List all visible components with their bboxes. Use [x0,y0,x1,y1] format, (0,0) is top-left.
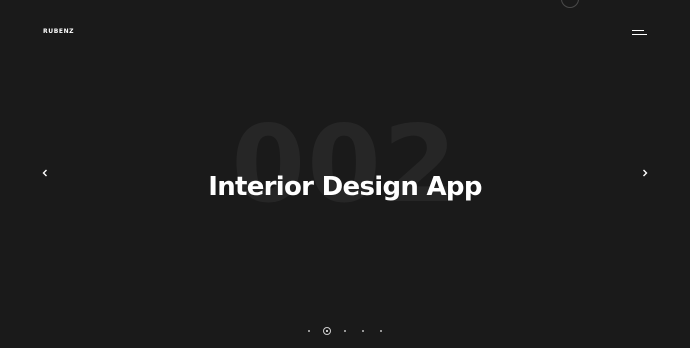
cursor-circle [561,0,579,8]
slide-pagination [0,326,690,336]
pagination-dot-active[interactable] [323,327,331,335]
pagination-dot[interactable] [362,330,364,332]
hamburger-menu-icon[interactable] [630,28,648,38]
next-slide-button[interactable] [639,167,651,179]
menu-bar-bottom [632,34,647,35]
pagination-dot[interactable] [308,330,310,332]
prev-slide-button[interactable] [39,167,51,179]
chevron-right-icon [643,169,648,177]
menu-bar-top [632,30,644,31]
pagination-dot[interactable] [344,330,346,332]
slide-background-number: 002 [231,103,459,226]
chevron-left-icon [42,169,47,177]
slide-title[interactable]: Interior Design App [0,174,690,200]
site-logo[interactable]: RUBENZ [43,28,74,35]
pagination-dot[interactable] [380,330,382,332]
